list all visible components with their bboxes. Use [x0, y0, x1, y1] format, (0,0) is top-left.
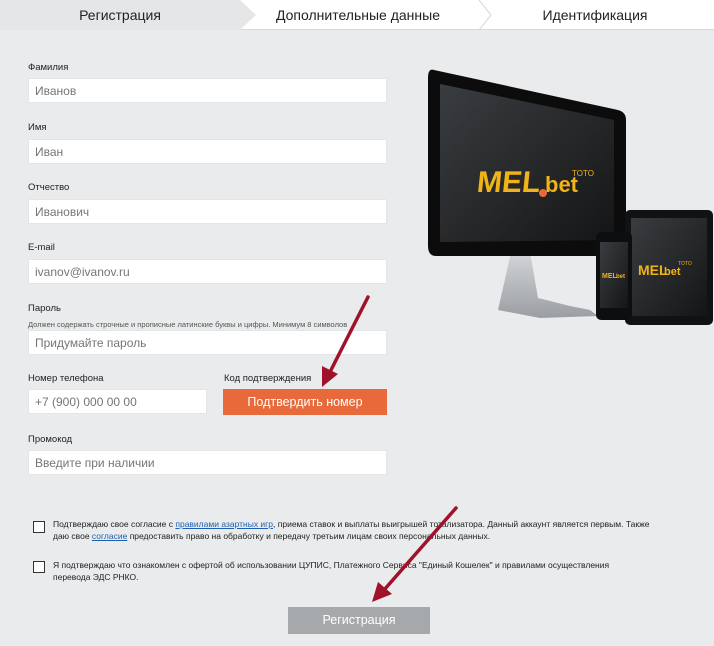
- confirm-number-button[interactable]: Подтвердить номер: [223, 389, 387, 415]
- step-identification[interactable]: Идентификация: [505, 0, 685, 30]
- agreement-text-1: Подтверждаю свое согласие с: [53, 519, 176, 529]
- monitor-logo-mel: MEL: [475, 166, 542, 199]
- code-label: Код подтверждения: [224, 373, 312, 384]
- gambling-rules-link[interactable]: правилами азартных игр: [175, 519, 273, 529]
- patronymic-input[interactable]: [28, 199, 387, 224]
- phone-label: Номер телефона: [28, 373, 104, 384]
- phone-logo-bet: bet: [616, 274, 625, 280]
- monitor-logo-ball: [539, 189, 547, 197]
- phone-input[interactable]: [28, 389, 207, 414]
- patronymic-label: Отчество: [28, 182, 70, 193]
- rules-agreement-checkbox[interactable]: [33, 521, 45, 533]
- step-registration[interactable]: Регистрация: [0, 0, 240, 30]
- registration-steps: Регистрация Дополнительные данные Иденти…: [0, 0, 714, 30]
- email-label: E-mail: [28, 242, 55, 253]
- offer-agreement-checkbox[interactable]: [33, 561, 45, 573]
- step-additional-data[interactable]: Дополнительные данные: [258, 0, 458, 30]
- consent-link[interactable]: согласие: [92, 531, 127, 541]
- register-button[interactable]: Регистрация: [288, 607, 430, 634]
- password-input[interactable]: [28, 330, 387, 355]
- email-input[interactable]: [28, 259, 387, 284]
- step-separator: [478, 0, 492, 30]
- monitor-stand: [498, 248, 598, 318]
- offer-agreement-text: Я подтверждаю что ознакомлен с офертой о…: [53, 560, 610, 582]
- agreement-text-3: предоставить право на обработку и переда…: [127, 531, 491, 541]
- promo-input[interactable]: [28, 450, 387, 475]
- tablet-logo-bet: bet: [664, 266, 681, 278]
- last-name-input[interactable]: [28, 78, 387, 103]
- password-label: Пароль: [28, 303, 61, 314]
- tablet-logo-toto: TOTO: [678, 261, 692, 267]
- registration-page: Регистрация Дополнительные данные Иденти…: [0, 0, 714, 646]
- password-hint: Должен содержать строчные и прописные ла…: [28, 320, 348, 329]
- rules-agreement-text: Подтверждаю свое согласие с правилами аз…: [53, 518, 663, 542]
- first-name-label: Имя: [28, 122, 47, 133]
- step-arrow: [240, 0, 256, 30]
- promo-label: Промокод: [28, 434, 73, 445]
- monitor-logo-toto: TOTO: [572, 169, 594, 178]
- first-name-input[interactable]: [28, 139, 387, 164]
- devices-promo-image: MEL bet TOTO MEL bet TOTO MEL bet: [428, 69, 713, 325]
- last-name-label: Фамилия: [28, 62, 69, 73]
